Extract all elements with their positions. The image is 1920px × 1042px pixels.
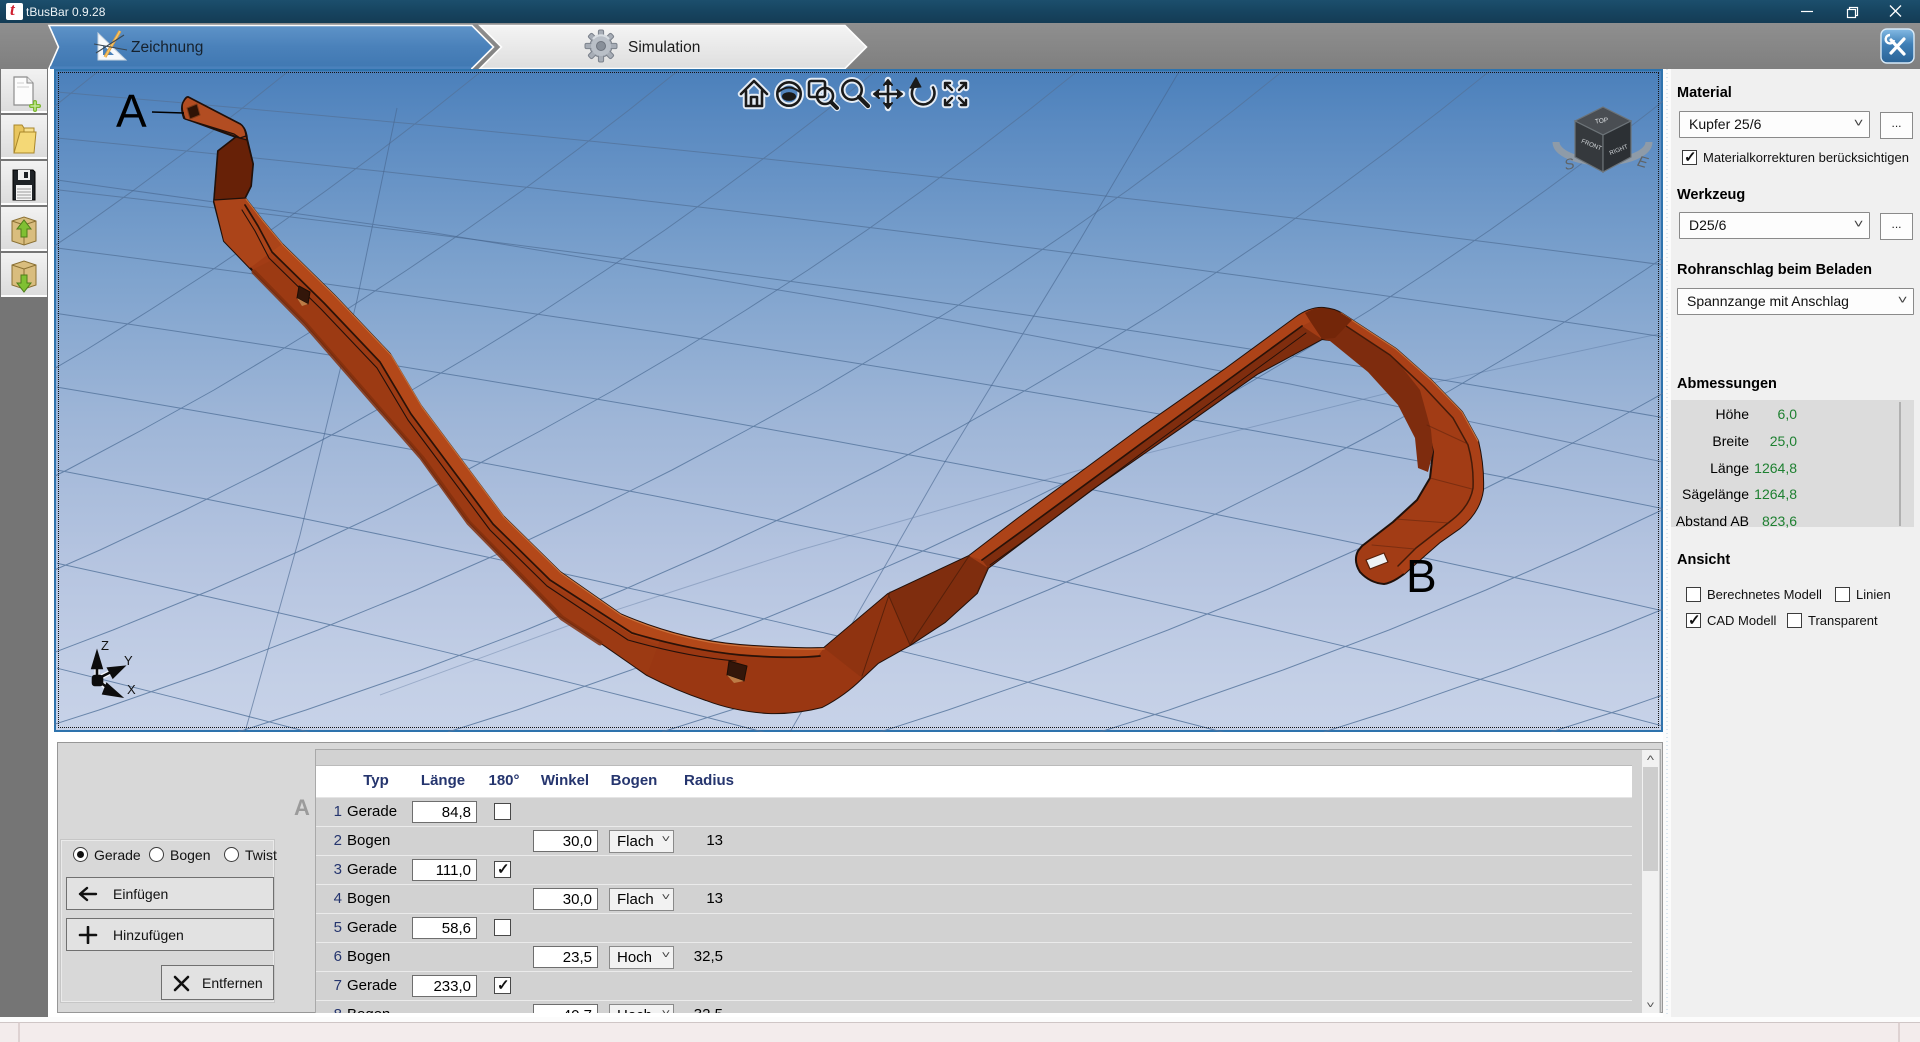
svg-text:Zeichnung: Zeichnung <box>131 39 203 56</box>
svg-text:Simulation: Simulation <box>628 39 700 56</box>
